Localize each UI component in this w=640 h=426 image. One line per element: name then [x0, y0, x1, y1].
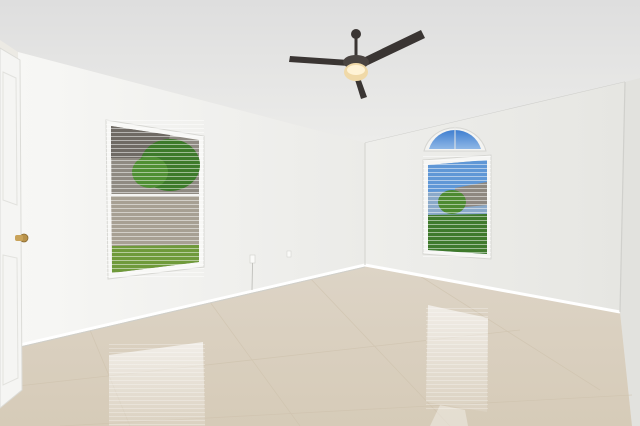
wall-outlet-small: [286, 250, 292, 258]
right-window: [422, 154, 492, 260]
wall-outlet: [249, 254, 256, 264]
door: [0, 47, 23, 409]
room-photo: [0, 0, 640, 426]
door-knob-plate: [15, 235, 23, 241]
left-window: [105, 118, 205, 280]
wall-cable: [251, 262, 253, 291]
